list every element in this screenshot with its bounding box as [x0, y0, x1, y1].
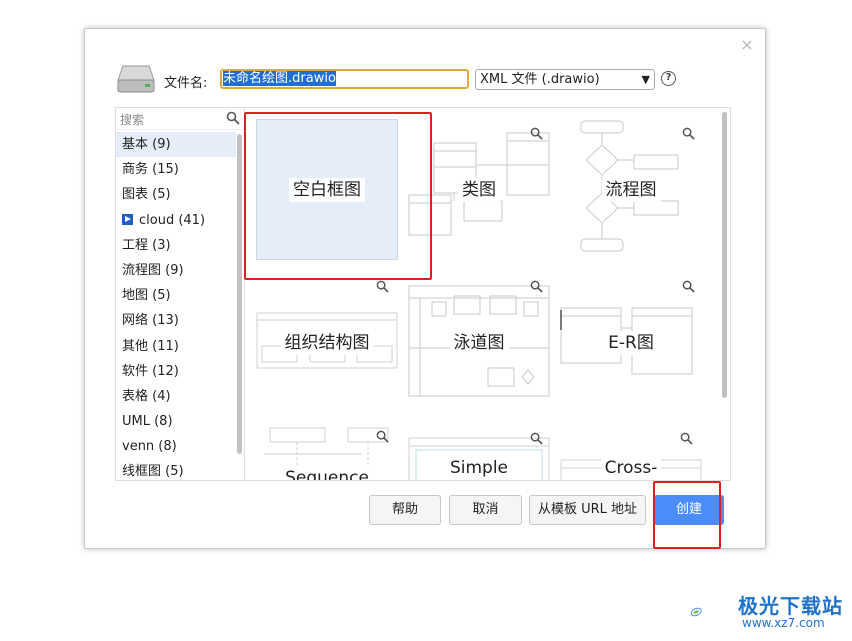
expand-icon[interactable]	[122, 213, 133, 225]
template-simple[interactable]: Simple	[404, 420, 554, 480]
template-org-chart[interactable]: 组织结构图	[252, 268, 402, 418]
template-label: Sequence	[281, 466, 373, 480]
watermark-url: www.xz7.com	[742, 616, 825, 630]
category-item[interactable]: 图表 (5)	[116, 182, 236, 207]
category-item[interactable]: venn (8)	[116, 434, 236, 459]
template-er-diagram[interactable]: E-R图	[556, 268, 706, 418]
zoom-icon[interactable]	[682, 280, 695, 293]
category-item[interactable]: 地图 (5)	[116, 283, 236, 308]
category-label: cloud (41)	[139, 212, 206, 228]
category-item[interactable]: 网络 (13)	[116, 308, 236, 333]
zoom-icon[interactable]	[376, 280, 389, 293]
watermark-logo-icon	[690, 607, 702, 617]
category-item[interactable]: UML (8)	[116, 409, 236, 434]
zoom-icon[interactable]	[682, 127, 695, 140]
template-flowchart[interactable]: 流程图	[556, 115, 706, 265]
search-placeholder: 搜索	[120, 113, 145, 127]
category-item[interactable]: 商务 (15)	[116, 157, 236, 182]
filename-value: 未命名绘图.drawio	[223, 71, 336, 86]
template-label: 类图	[458, 178, 500, 202]
template-label: 泳道图	[449, 331, 509, 355]
template-label: 空白框图	[289, 178, 365, 202]
template-label: Cross-	[600, 456, 662, 480]
category-item[interactable]: 线框图 (5)	[116, 459, 236, 480]
category-item[interactable]: 其他 (11)	[116, 334, 236, 359]
category-item[interactable]: 基本 (9)	[116, 132, 236, 158]
close-icon[interactable]: ×	[740, 37, 754, 53]
cancel-button[interactable]: 取消	[449, 495, 522, 525]
category-item[interactable]: 软件 (12)	[116, 359, 236, 384]
zoom-icon[interactable]	[376, 430, 389, 443]
template-cross-functional[interactable]: Cross-	[556, 420, 706, 480]
zoom-icon[interactable]	[530, 127, 543, 140]
template-sequence[interactable]: Sequence	[252, 420, 402, 480]
category-item[interactable]: 流程图 (9)	[116, 258, 236, 283]
chevron-down-icon: ▼	[641, 73, 650, 86]
disk-icon	[117, 65, 155, 93]
zoom-icon[interactable]	[530, 432, 543, 445]
template-grid-scrollbar[interactable]	[722, 112, 727, 398]
template-label: 流程图	[601, 178, 661, 202]
search-icon[interactable]	[226, 111, 240, 125]
search-input[interactable]: 搜索	[116, 108, 244, 130]
category-item[interactable]: 表格 (4)	[116, 384, 236, 409]
from-template-url-button[interactable]: 从模板 URL 地址	[529, 495, 646, 525]
format-select[interactable]: XML 文件 (.drawio) ▼	[475, 69, 655, 90]
filename-label: 文件名:	[164, 76, 208, 91]
category-item-cloud[interactable]: cloud (41)	[116, 208, 236, 233]
format-value: XML 文件 (.drawio)	[480, 72, 600, 87]
help-icon[interactable]: ?	[661, 71, 676, 86]
watermark-name: 极光下载站	[738, 594, 843, 618]
zoom-icon[interactable]	[530, 280, 543, 293]
category-sidebar: 搜索 基本 (9) 商务 (15) 图表 (5) cloud (41) 工程 (…	[115, 107, 245, 481]
template-swimlane[interactable]: 泳道图	[404, 268, 554, 418]
create-button[interactable]: 创建	[654, 495, 724, 525]
category-list: 基本 (9) 商务 (15) 图表 (5) cloud (41) 工程 (3) …	[116, 132, 236, 480]
template-label: 组织结构图	[280, 331, 374, 355]
template-label: E-R图	[604, 331, 658, 355]
template-label: Simple	[445, 456, 513, 480]
zoom-icon[interactable]	[680, 432, 693, 445]
help-button[interactable]: 帮助	[369, 495, 441, 525]
template-class-diagram[interactable]: 类图	[404, 115, 554, 265]
category-item[interactable]: 工程 (3)	[116, 233, 236, 258]
sidebar-scrollbar[interactable]	[237, 134, 242, 454]
filename-input[interactable]: 未命名绘图.drawio	[220, 69, 469, 89]
template-blank[interactable]: 空白框图	[252, 115, 402, 265]
